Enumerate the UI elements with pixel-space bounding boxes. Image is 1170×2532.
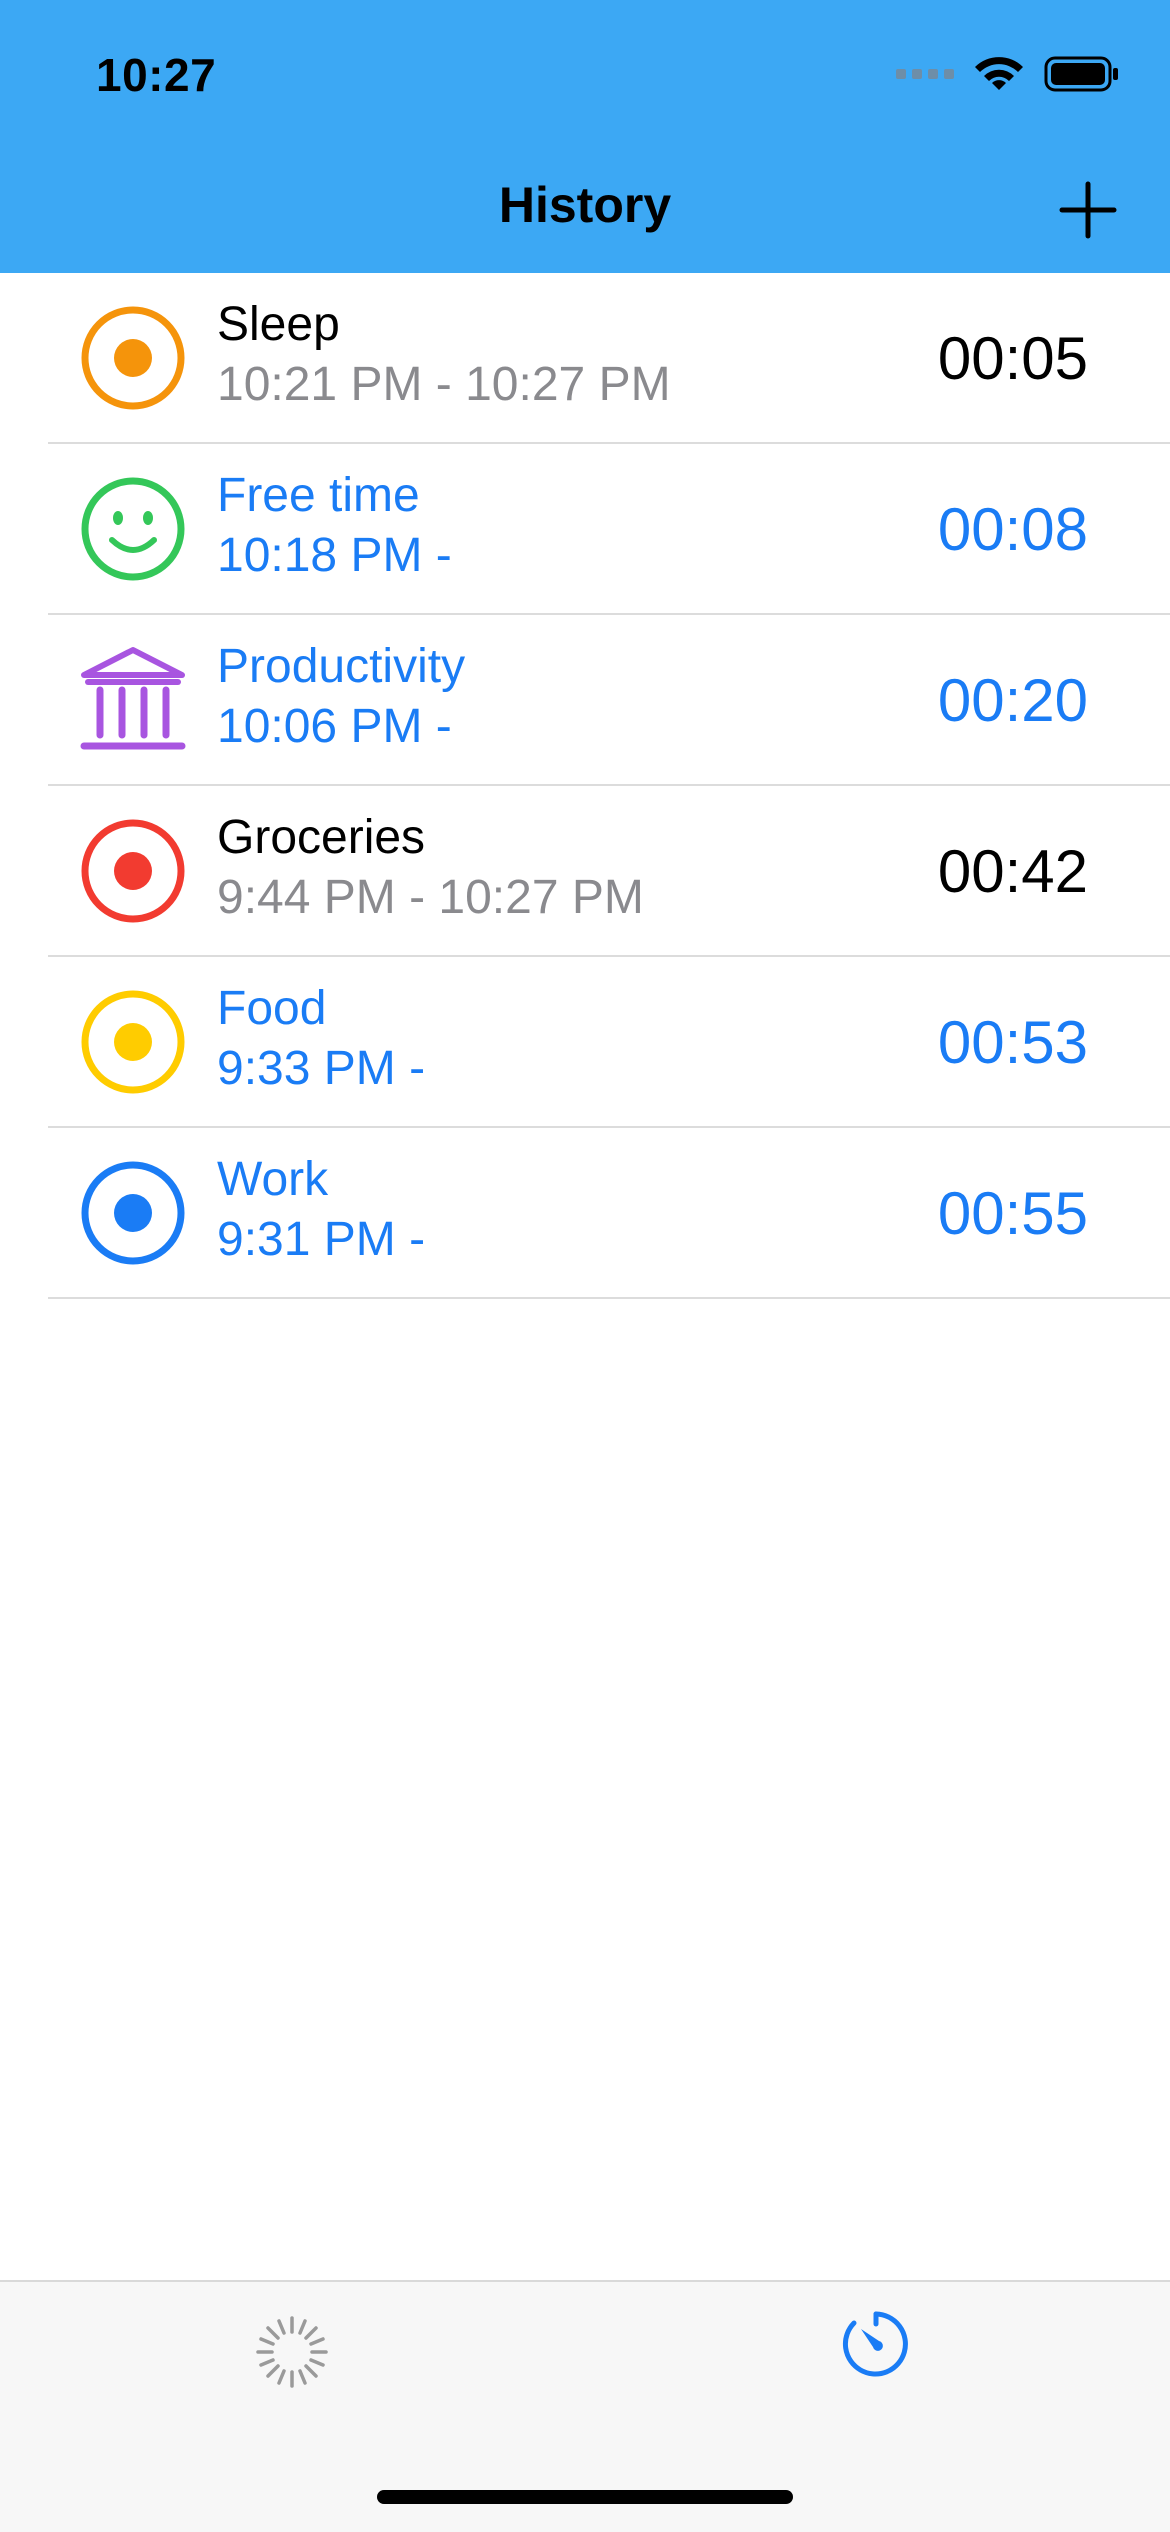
cellular-signal-icon [896, 69, 954, 79]
status-icons [896, 52, 1120, 96]
entry-name: Food [217, 982, 327, 1035]
target-icon [81, 1161, 185, 1265]
history-row-work[interactable]: Work 9:31 PM - 00:55 [0, 1128, 1170, 1299]
battery-icon [1044, 56, 1118, 92]
home-indicator [377, 2490, 793, 2504]
loading-spinner-icon[interactable] [252, 2312, 332, 2392]
entry-time-range: 9:33 PM - [217, 1042, 426, 1095]
history-row-productivity[interactable]: Productivity 10:06 PM - 00:20 [0, 615, 1170, 786]
entry-name: Groceries [217, 811, 426, 864]
status-time: 10:27 [96, 49, 217, 101]
entry-name: Productivity [217, 640, 466, 693]
smiley-icon [81, 477, 185, 581]
target-icon [81, 819, 185, 923]
entry-duration: 00:20 [937, 667, 1088, 734]
entry-duration: 00:05 [937, 325, 1088, 392]
entry-time-range: 10:06 PM - [217, 700, 452, 753]
target-icon [81, 306, 185, 410]
entry-duration: 00:42 [937, 838, 1088, 905]
entry-duration: 00:55 [937, 1180, 1088, 1247]
entry-duration: 00:08 [937, 496, 1088, 563]
bank-icon [80, 647, 186, 750]
history-list: Sleep 10:21 PM - 10:27 PM 00:05 Free tim… [0, 273, 1170, 1299]
entry-name: Work [217, 1153, 329, 1206]
entry-time-range: 9:44 PM - 10:27 PM [217, 871, 644, 924]
history-row-sleep[interactable]: Sleep 10:21 PM - 10:27 PM 00:05 [0, 273, 1170, 444]
history-row-groceries[interactable]: Groceries 9:44 PM - 10:27 PM 00:42 [0, 786, 1170, 957]
navigation-header: 10:27 History [0, 0, 1170, 273]
entry-name: Free time [217, 469, 420, 522]
history-row-food[interactable]: Food 9:33 PM - 00:53 [0, 957, 1170, 1128]
entry-time-range: 10:21 PM - 10:27 PM [217, 358, 671, 411]
entry-time-range: 9:31 PM - [217, 1213, 426, 1266]
wifi-icon [975, 57, 1023, 90]
entry-duration: 00:53 [937, 1009, 1088, 1076]
entry-time-range: 10:18 PM - [217, 529, 452, 582]
target-icon [81, 990, 185, 1094]
entry-name: Sleep [217, 298, 340, 351]
page-title: History [498, 177, 672, 233]
timer-icon[interactable] [840, 2308, 912, 2380]
screen: 10:27 History Sleep 10:21 PM - 10:27 PM … [0, 0, 1170, 2532]
plus-icon[interactable] [1056, 178, 1120, 242]
history-row-free-time[interactable]: Free time 10:18 PM - 00:08 [0, 444, 1170, 615]
